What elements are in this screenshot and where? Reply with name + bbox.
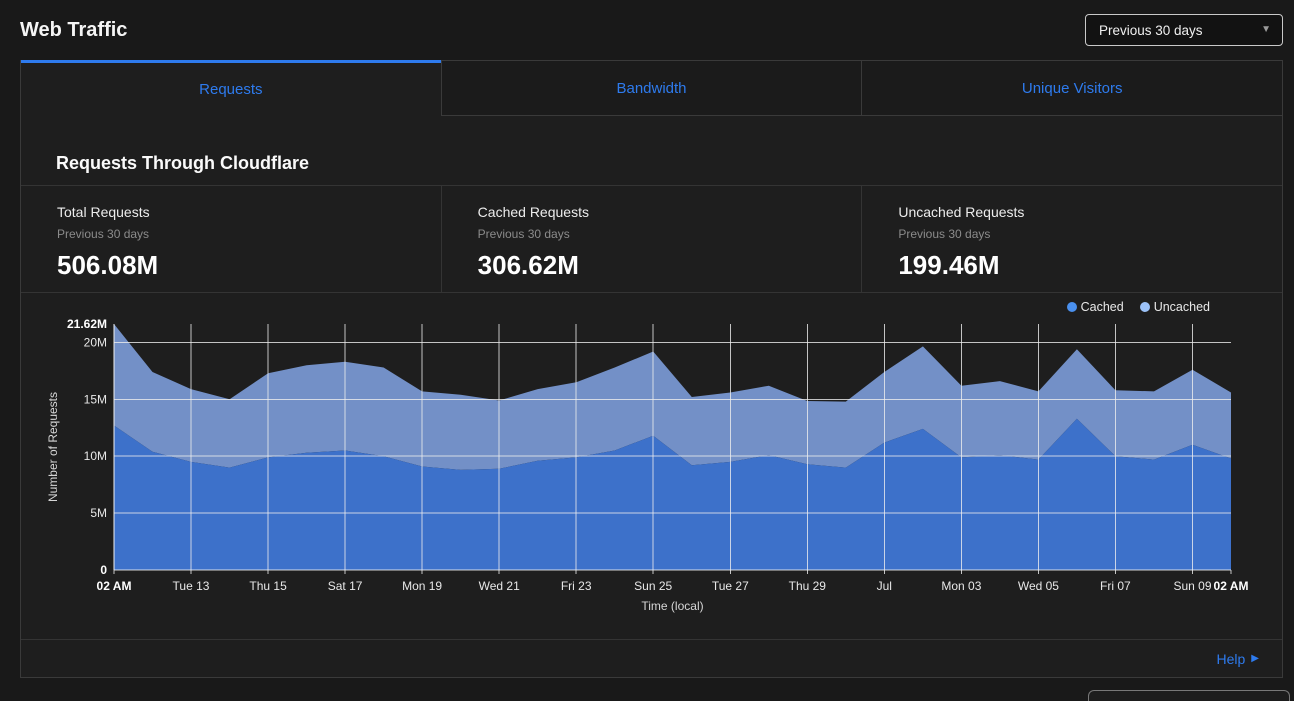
tab-label: Bandwidth bbox=[616, 80, 686, 97]
x-tick-label: Sun 25 bbox=[634, 579, 672, 593]
stat-value: 199.46M bbox=[898, 250, 1282, 281]
x-tick-label: 02 AM bbox=[1214, 579, 1249, 593]
x-tick-label: Mon 03 bbox=[941, 579, 981, 593]
tab-label: Requests bbox=[199, 81, 262, 98]
tab-requests[interactable]: Requests bbox=[21, 60, 441, 116]
x-axis-title: Time (local) bbox=[641, 599, 703, 613]
caret-right-icon: ▶ bbox=[1251, 654, 1259, 664]
stat-label: Total Requests bbox=[57, 204, 441, 220]
top-bar: Web Traffic Previous 30 days ▼ bbox=[20, 0, 1283, 60]
y-tick-label: 15M bbox=[84, 392, 107, 406]
stat-label: Cached Requests bbox=[478, 204, 862, 220]
help-label: Help bbox=[1217, 651, 1246, 667]
x-tick-label: Wed 21 bbox=[479, 579, 520, 593]
stat-card-total-requests: Total Requests Previous 30 days 506.08M bbox=[21, 186, 441, 292]
time-range-value: Previous 30 days bbox=[1099, 23, 1203, 38]
stat-period: Previous 30 days bbox=[478, 227, 862, 241]
x-tick-label: Fri 23 bbox=[561, 579, 592, 593]
help-link[interactable]: Help ▶ bbox=[1217, 651, 1260, 667]
tab-unique-visitors[interactable]: Unique Visitors bbox=[861, 60, 1282, 116]
x-tick-label: Mon 19 bbox=[402, 579, 442, 593]
tab-bandwidth[interactable]: Bandwidth bbox=[441, 60, 862, 116]
x-tick-label: Sat 17 bbox=[328, 579, 363, 593]
x-tick-label: Tue 13 bbox=[173, 579, 210, 593]
web-traffic-card: Requests Bandwidth Unique Visitors Request… bbox=[20, 60, 1283, 678]
y-tick-label: 20M bbox=[84, 335, 107, 349]
stat-period: Previous 30 days bbox=[57, 227, 441, 241]
partial-element-bottom bbox=[1088, 690, 1290, 701]
x-tick-label: 02 AM bbox=[97, 579, 132, 593]
chevron-down-icon: ▼ bbox=[1261, 25, 1271, 35]
x-tick-label: Wed 05 bbox=[1018, 579, 1059, 593]
tab-label: Unique Visitors bbox=[1022, 80, 1123, 97]
x-tick-label: Jul bbox=[877, 579, 892, 593]
y-tick-label: 21.62M bbox=[67, 317, 107, 331]
stat-period: Previous 30 days bbox=[898, 227, 1282, 241]
requests-chart: CachedUncached 05M10M15M20M21.62M02 AMTu… bbox=[21, 293, 1282, 640]
x-tick-label: Fri 07 bbox=[1100, 579, 1131, 593]
stats-row: Total RequestsPrevious 30 days506.08MCac… bbox=[21, 185, 1282, 293]
stat-card-cached-requests: Cached Requests Previous 30 days 306.62M bbox=[441, 186, 862, 292]
time-range-dropdown[interactable]: Previous 30 days ▼ bbox=[1085, 14, 1283, 46]
stat-card-uncached-requests: Uncached Requests Previous 30 days 199.46M bbox=[861, 186, 1282, 292]
x-tick-label: Thu 29 bbox=[789, 579, 827, 593]
x-tick-label: Sun 09 bbox=[1173, 579, 1211, 593]
y-tick-label: 0 bbox=[100, 563, 107, 577]
page-title: Web Traffic bbox=[20, 19, 127, 42]
tab-bar: Requests Bandwidth Unique Visitors bbox=[21, 60, 1282, 116]
y-axis-title: Number of Requests bbox=[46, 392, 60, 502]
y-tick-label: 10M bbox=[84, 449, 107, 463]
stat-label: Uncached Requests bbox=[898, 204, 1282, 220]
x-tick-label: Thu 15 bbox=[249, 579, 287, 593]
y-tick-label: 5M bbox=[90, 506, 107, 520]
stat-value: 506.08M bbox=[57, 250, 441, 281]
area-series bbox=[114, 324, 1231, 570]
section-title: Requests Through Cloudflare bbox=[56, 153, 1282, 174]
card-footer: Help ▶ bbox=[21, 639, 1282, 677]
stat-value: 306.62M bbox=[478, 250, 862, 281]
x-tick-label: Tue 27 bbox=[712, 579, 749, 593]
stacked-area-chart: 0 5M 10M 15M 20M 21.62M 02 AM Tue 13 Thu 15 Sat 1… bbox=[21, 310, 1284, 640]
